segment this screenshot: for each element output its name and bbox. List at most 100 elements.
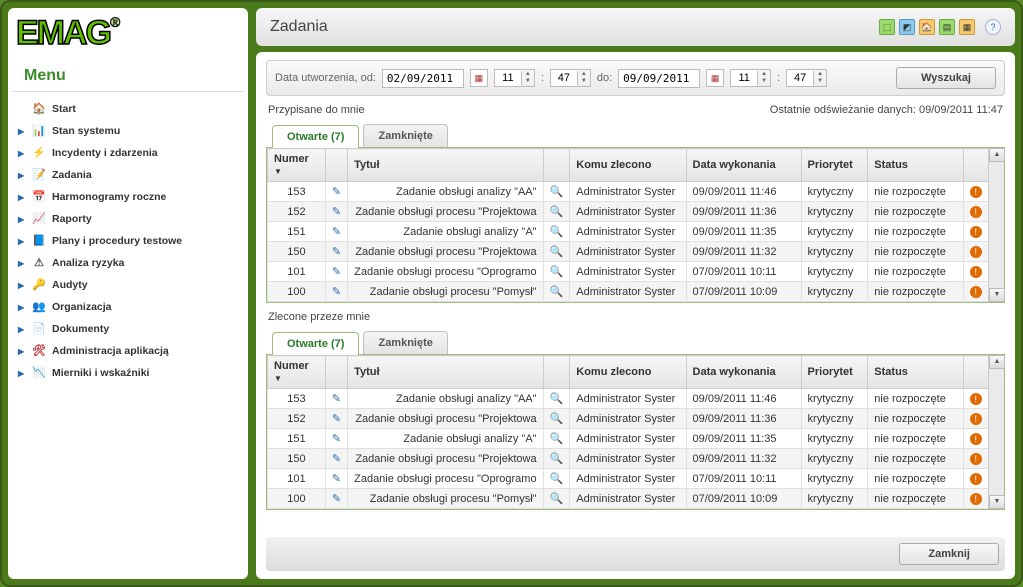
spinner-down-icon[interactable]: ▼ xyxy=(522,78,534,85)
edit-icon[interactable]: ✎ xyxy=(332,186,341,198)
col-priority[interactable]: Priorytet xyxy=(801,149,868,182)
search-button[interactable]: Wyszukaj xyxy=(896,67,996,89)
tab-open[interactable]: Otwarte (7) xyxy=(272,125,359,148)
col-number[interactable]: Numer xyxy=(268,149,326,182)
col-assignee[interactable]: Komu zlecono xyxy=(570,149,686,182)
edit-icon[interactable]: ✎ xyxy=(332,453,341,465)
magnifier-icon[interactable]: 🔍 xyxy=(550,433,564,445)
scroll-down-icon[interactable]: ▼ xyxy=(989,288,1005,302)
calendar-to-icon[interactable]: ▦ xyxy=(706,69,724,87)
magnifier-icon[interactable]: 🔍 xyxy=(550,186,564,198)
magnifier-icon[interactable]: 🔍 xyxy=(550,453,564,465)
spinner-down-icon[interactable]: ▼ xyxy=(578,78,590,85)
close-button[interactable]: Zamknij xyxy=(899,543,999,565)
edit-icon[interactable]: ✎ xyxy=(332,286,341,298)
col-view[interactable] xyxy=(543,149,570,182)
table-row[interactable]: 153✎Zadanie obsługi analizy "AA"🔍Adminis… xyxy=(268,389,1004,409)
col-title[interactable]: Tytuł xyxy=(348,356,543,389)
edit-icon[interactable]: ✎ xyxy=(332,393,341,405)
sidebar-item-home[interactable]: 🏠Start xyxy=(8,98,248,120)
audit-icon: 🔑 xyxy=(32,278,46,292)
magnifier-icon[interactable]: 🔍 xyxy=(550,226,564,238)
magnifier-icon[interactable]: 🔍 xyxy=(550,493,564,505)
magnifier-icon[interactable]: 🔍 xyxy=(550,473,564,485)
col-priority[interactable]: Priorytet xyxy=(801,356,868,389)
table-row[interactable]: 150✎Zadanie obsługi procesu "Projektowa🔍… xyxy=(268,242,1004,262)
col-number[interactable]: Numer xyxy=(268,356,326,389)
toolbar-icon-2[interactable]: ◩ xyxy=(899,19,915,35)
spinner-up-icon[interactable]: ▲ xyxy=(578,71,590,78)
calendar-from-icon[interactable]: ▦ xyxy=(470,69,488,87)
tab-open[interactable]: Otwarte (7) xyxy=(272,332,359,355)
edit-icon[interactable]: ✎ xyxy=(332,493,341,505)
col-status[interactable]: Status xyxy=(868,356,964,389)
spinner-up-icon[interactable]: ▲ xyxy=(814,71,826,78)
sidebar-item-state[interactable]: ▶📊Stan systemu xyxy=(8,120,248,142)
table-row[interactable]: 101✎Zadanie obsługi procesu "Oprogramo🔍A… xyxy=(268,469,1004,489)
scroll-up-icon[interactable]: ▲ xyxy=(989,355,1005,369)
toolbar-icon-5[interactable]: ▦ xyxy=(959,19,975,35)
min-from-spinner[interactable]: ▲▼ xyxy=(550,69,591,87)
table-row[interactable]: 152✎Zadanie obsługi procesu "Projektowa🔍… xyxy=(268,409,1004,429)
date-from-input[interactable] xyxy=(382,69,464,88)
sidebar-item-doc[interactable]: ▶📄Dokumenty xyxy=(8,318,248,340)
sidebar-item-admin[interactable]: ▶🛠Administracja aplikacją xyxy=(8,340,248,362)
tab-closed[interactable]: Zamknięte xyxy=(363,124,447,147)
date-to-input[interactable] xyxy=(618,69,700,88)
edit-icon[interactable]: ✎ xyxy=(332,433,341,445)
magnifier-icon[interactable]: 🔍 xyxy=(550,266,564,278)
col-alert[interactable] xyxy=(963,356,988,389)
table-row[interactable]: 100✎Zadanie obsługi procesu "Pomysł"🔍Adm… xyxy=(268,282,1004,302)
sidebar-item-plan[interactable]: ▶📘Plany i procedury testowe xyxy=(8,230,248,252)
help-icon[interactable]: ? xyxy=(985,19,1001,35)
sidebar-item-risk[interactable]: ▶⚠Analiza ryzyka xyxy=(8,252,248,274)
col-assignee[interactable]: Komu zlecono xyxy=(570,356,686,389)
table-row[interactable]: 152✎Zadanie obsługi procesu "Projektowa🔍… xyxy=(268,202,1004,222)
edit-icon[interactable]: ✎ xyxy=(332,473,341,485)
magnifier-icon[interactable]: 🔍 xyxy=(550,286,564,298)
hour-to-spinner[interactable]: ▲▼ xyxy=(730,69,771,87)
sidebar-item-org[interactable]: ▶👥Organizacja xyxy=(8,296,248,318)
tab-closed[interactable]: Zamknięte xyxy=(363,331,447,354)
magnifier-icon[interactable]: 🔍 xyxy=(550,393,564,405)
table-row[interactable]: 151✎Zadanie obsługi analizy "A"🔍Administ… xyxy=(268,222,1004,242)
edit-icon[interactable]: ✎ xyxy=(332,246,341,258)
col-alert[interactable] xyxy=(963,149,988,182)
sidebar-item-metric[interactable]: ▶📉Mierniki i wskaźniki xyxy=(8,362,248,384)
spinner-up-icon[interactable]: ▲ xyxy=(758,71,770,78)
col-date[interactable]: Data wykonania xyxy=(686,356,801,389)
hour-from-spinner[interactable]: ▲▼ xyxy=(494,69,535,87)
magnifier-icon[interactable]: 🔍 xyxy=(550,413,564,425)
table-row[interactable]: 101✎Zadanie obsługi procesu "Oprogramo🔍A… xyxy=(268,262,1004,282)
toolbar-icon-1[interactable]: ⬚ xyxy=(879,19,895,35)
table-row[interactable]: 151✎Zadanie obsługi analizy "A"🔍Administ… xyxy=(268,429,1004,449)
sidebar-item-audit[interactable]: ▶🔑Audyty xyxy=(8,274,248,296)
edit-icon[interactable]: ✎ xyxy=(332,266,341,278)
col-status[interactable]: Status xyxy=(868,149,964,182)
sidebar-item-report[interactable]: ▶📈Raporty xyxy=(8,208,248,230)
spinner-down-icon[interactable]: ▼ xyxy=(814,78,826,85)
scroll-up-icon[interactable]: ▲ xyxy=(989,148,1005,162)
col-edit[interactable] xyxy=(325,356,347,389)
table-row[interactable]: 100✎Zadanie obsługi procesu "Pomysł"🔍Adm… xyxy=(268,489,1004,509)
magnifier-icon[interactable]: 🔍 xyxy=(550,206,564,218)
toolbar-icon-4[interactable]: ▤ xyxy=(939,19,955,35)
col-title[interactable]: Tytuł xyxy=(348,149,543,182)
spinner-up-icon[interactable]: ▲ xyxy=(522,71,534,78)
table-row[interactable]: 150✎Zadanie obsługi procesu "Projektowa🔍… xyxy=(268,449,1004,469)
sidebar-item-incident[interactable]: ▶⚡Incydenty i zdarzenia xyxy=(8,142,248,164)
sidebar-item-sched[interactable]: ▶📅Harmonogramy roczne xyxy=(8,186,248,208)
edit-icon[interactable]: ✎ xyxy=(332,413,341,425)
home-icon[interactable]: 🏠 xyxy=(919,19,935,35)
col-view[interactable] xyxy=(543,356,570,389)
min-to-spinner[interactable]: ▲▼ xyxy=(786,69,827,87)
col-date[interactable]: Data wykonania xyxy=(686,149,801,182)
edit-icon[interactable]: ✎ xyxy=(332,226,341,238)
scroll-down-icon[interactable]: ▼ xyxy=(989,495,1005,509)
col-edit[interactable] xyxy=(325,149,347,182)
edit-icon[interactable]: ✎ xyxy=(332,206,341,218)
sidebar-item-task[interactable]: ▶📝Zadania xyxy=(8,164,248,186)
table-row[interactable]: 153✎Zadanie obsługi analizy "AA"🔍Adminis… xyxy=(268,182,1004,202)
spinner-down-icon[interactable]: ▼ xyxy=(758,78,770,85)
magnifier-icon[interactable]: 🔍 xyxy=(550,246,564,258)
